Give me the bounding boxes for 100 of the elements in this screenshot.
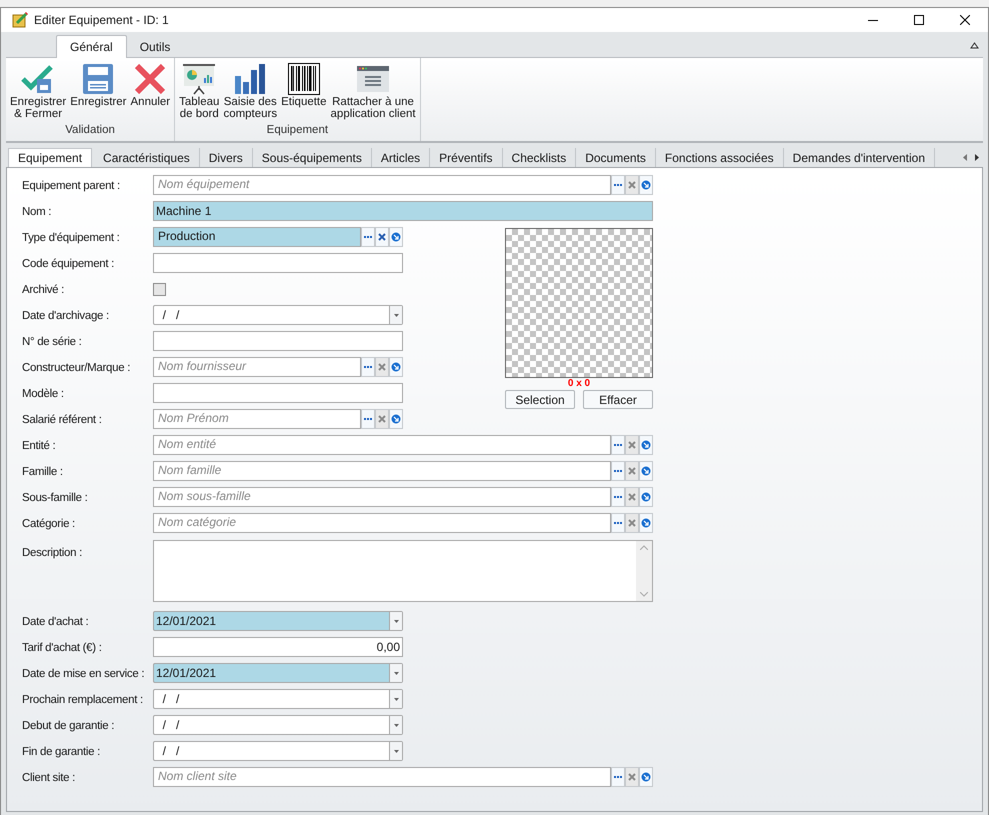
presentation-board-icon — [182, 63, 216, 95]
browse-button[interactable] — [611, 461, 625, 481]
browse-button[interactable] — [611, 767, 625, 787]
clear-button[interactable] — [625, 435, 639, 455]
dropdown-arrow-icon — [394, 672, 398, 674]
close-icon — [628, 467, 636, 475]
app-window-icon — [357, 66, 390, 92]
open-button[interactable] — [639, 435, 653, 455]
ribbon-button[interactable]: Annuler — [128, 62, 172, 108]
lookup-field[interactable]: Production — [153, 227, 361, 247]
cross-icon — [134, 63, 166, 95]
ribbon-button[interactable]: Rattacher à une application client — [328, 62, 418, 120]
clear-button[interactable] — [625, 461, 639, 481]
circle-arrow-icon — [391, 362, 401, 372]
date-picker[interactable]: 12/01/2021 — [153, 663, 403, 683]
image-button[interactable]: Selection — [505, 390, 575, 409]
date-picker[interactable]: / / — [153, 689, 403, 709]
number-field[interactable]: 0,00 — [153, 637, 403, 657]
open-button[interactable] — [639, 487, 653, 507]
date-picker[interactable]: 12/01/2021 — [153, 611, 403, 631]
ribbon-button[interactable]: Tableau de bord — [177, 62, 222, 120]
ribbon-button[interactable]: Etiquette — [279, 62, 329, 108]
circle-arrow-icon — [641, 772, 651, 782]
collapse-ribbon-icon[interactable] — [970, 42, 979, 49]
window-title: Editer Equipement - ID: 1 — [34, 12, 169, 29]
circle-arrow-icon — [641, 492, 651, 502]
checkbox[interactable] — [153, 282, 166, 296]
open-button[interactable] — [389, 357, 403, 377]
open-button[interactable] — [639, 461, 653, 481]
browse-button[interactable] — [611, 487, 625, 507]
browse-button[interactable] — [361, 409, 375, 429]
scroll-right-icon[interactable] — [975, 154, 979, 161]
text-field[interactable] — [153, 331, 403, 351]
field-label: Debut de garantie : — [22, 720, 114, 732]
ribbon-tab[interactable]: Général — [56, 35, 127, 58]
ribbon-button[interactable]: Enregistrer & Fermer — [8, 62, 68, 120]
scroll-left-icon[interactable] — [963, 154, 967, 161]
text-field[interactable] — [153, 383, 403, 403]
ribbon-button[interactable]: Enregistrer — [68, 62, 128, 108]
circle-arrow-icon — [641, 180, 651, 190]
clear-button[interactable] — [375, 409, 389, 429]
date-picker[interactable]: / / — [153, 741, 403, 761]
field-label: N° de série : — [22, 336, 82, 348]
dropdown-arrow-icon — [394, 314, 398, 316]
close-icon — [628, 519, 636, 527]
field-label: Entité : — [22, 440, 56, 452]
field-label: Code équipement : — [22, 258, 114, 270]
field-label: Archivé : — [22, 284, 64, 296]
field-label: Client site : — [22, 772, 75, 784]
dropdown-arrow-icon — [394, 724, 398, 726]
date-picker[interactable]: / / — [153, 715, 403, 735]
close-icon — [628, 493, 636, 501]
field-label: Equipement parent : — [22, 180, 120, 192]
clear-button[interactable] — [375, 227, 389, 247]
field-label: Date d'archivage : — [22, 310, 109, 322]
text-field[interactable]: Machine 1 — [153, 201, 653, 221]
field-label: Famille : — [22, 466, 63, 478]
circle-arrow-icon — [641, 518, 651, 528]
close-icon — [628, 181, 636, 189]
open-button[interactable] — [389, 409, 403, 429]
dropdown-arrow-icon — [394, 620, 398, 622]
maximize-icon — [914, 15, 924, 25]
clear-button[interactable] — [625, 513, 639, 533]
field-label: Tarif d'achat (€) : — [22, 642, 102, 654]
image-button[interactable]: Effacer — [583, 390, 653, 409]
tab[interactable]: Equipement — [8, 148, 92, 167]
ribbon-tab[interactable]: Outils — [126, 35, 184, 58]
browse-button[interactable] — [361, 227, 375, 247]
field-label: Salarié référent : — [22, 414, 102, 426]
dropdown-arrow-icon — [394, 750, 398, 752]
close-icon — [960, 15, 970, 25]
open-button[interactable] — [639, 513, 653, 533]
open-button[interactable] — [389, 227, 403, 247]
browse-button[interactable] — [611, 435, 625, 455]
browse-button[interactable] — [361, 357, 375, 377]
clear-button[interactable] — [625, 487, 639, 507]
close-icon — [628, 773, 636, 781]
field-label: Description : — [22, 546, 82, 559]
browse-button[interactable] — [611, 513, 625, 533]
dropdown-arrow-icon — [394, 698, 398, 700]
ribbon-button[interactable]: Saisie des compteurs — [221, 62, 280, 120]
image-size-label: 0 x 0 — [568, 378, 590, 390]
field-label: Sous-famille : — [22, 492, 88, 504]
browse-button[interactable] — [611, 175, 625, 195]
clear-button[interactable] — [625, 767, 639, 787]
open-button[interactable] — [639, 175, 653, 195]
field-label: Type d'équipement : — [22, 232, 120, 244]
field-label: Fin de garantie : — [22, 746, 100, 758]
field-label: Date d'achat : — [22, 616, 88, 628]
close-icon — [628, 441, 636, 449]
scroll-up-icon — [640, 545, 648, 550]
field-label: Constructeur/Marque : — [22, 362, 130, 374]
bar-chart-icon — [234, 63, 266, 95]
scrollbar[interactable] — [636, 541, 652, 601]
date-picker[interactable]: / / — [153, 305, 403, 325]
pencil-notebook-icon — [12, 12, 28, 28]
text-field[interactable] — [153, 253, 403, 273]
clear-button[interactable] — [375, 357, 389, 377]
clear-button[interactable] — [625, 175, 639, 195]
open-button[interactable] — [639, 767, 653, 787]
